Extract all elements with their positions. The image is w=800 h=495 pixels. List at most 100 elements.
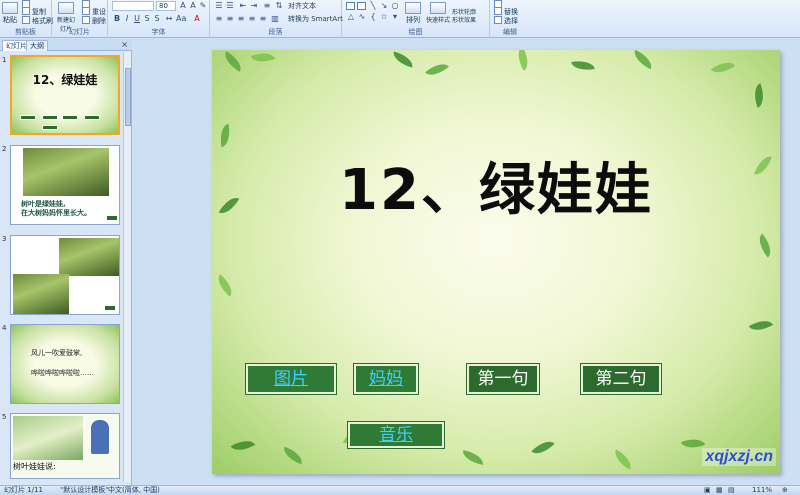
distributed-icon[interactable]: ≡ xyxy=(258,14,268,23)
align-center-icon[interactable]: ≡ xyxy=(225,14,235,23)
align-left-icon[interactable]: ≡ xyxy=(214,14,224,23)
zoom-slider-icon[interactable]: ⊕ xyxy=(782,486,788,495)
paste-icon xyxy=(2,2,18,14)
shrink-font-icon[interactable]: A xyxy=(188,1,198,10)
slide-thumbnail-5[interactable]: 树叶娃娃说: xyxy=(10,413,120,479)
underline-icon[interactable]: U xyxy=(132,14,142,23)
slide-thumbnail-2[interactable]: 树叶是绿娃娃, 在大树妈妈怀里长大。 xyxy=(10,145,120,225)
leaf-decoration xyxy=(250,50,276,67)
shadow-icon[interactable]: S xyxy=(152,14,162,23)
font-group: 80 A A ✎ B I U S S ↔ Aa A 字体 xyxy=(108,0,210,38)
thumb-text: 树叶娃娃说: xyxy=(13,462,56,471)
textbox-shape-icon[interactable] xyxy=(357,2,366,10)
leaf-decoration xyxy=(213,274,237,297)
increase-indent-icon[interactable]: ⇥ xyxy=(249,1,259,10)
sentence-one-button[interactable]: 第一句 xyxy=(467,364,539,394)
decrease-indent-icon[interactable]: ⇤ xyxy=(238,1,248,10)
drawing-label: 绘图 xyxy=(408,28,423,36)
slide-position: 幻灯片 1/11 xyxy=(4,486,43,494)
thumb-number: 1 xyxy=(2,56,7,64)
replace-icon xyxy=(494,7,502,15)
align-text-button[interactable]: 对齐文本 xyxy=(288,1,316,11)
rectangle-shape-icon[interactable] xyxy=(346,2,355,10)
curve-shape-icon[interactable]: ∿ xyxy=(357,12,367,21)
clipboard-group: 粘贴 复制 格式刷 剪贴板 xyxy=(0,0,53,38)
clear-format-icon[interactable]: ✎ xyxy=(198,1,208,10)
change-case-icon[interactable]: Aa xyxy=(176,14,186,23)
leaf-decoration xyxy=(220,51,246,72)
thumb-text: 哗啦哗啦哗啦啦…… xyxy=(31,369,94,377)
current-slide[interactable]: 12、绿娃娃 图片 妈妈 第一句 第二句 音乐 xqjxzj.cn xyxy=(212,50,780,474)
numbering-icon[interactable]: ☰ xyxy=(225,1,235,10)
convert-smartart-button[interactable]: 转换为 SmartArt xyxy=(288,14,343,24)
spacing-icon[interactable]: ↔ xyxy=(164,14,174,23)
shape-effects-button[interactable]: 形状效果 xyxy=(452,15,476,24)
delete-slide-button[interactable]: 删除 xyxy=(82,16,106,26)
tab-outline[interactable]: 大纲 xyxy=(26,40,48,51)
star-shape-icon[interactable]: ☆ xyxy=(379,12,389,21)
line-shape-icon[interactable]: ╲ xyxy=(368,1,378,10)
slides-label: 幻灯片 xyxy=(69,28,90,36)
paragraph-group: ☰ ☰ ⇤ ⇥ ≡ ⇅ 对齐文本 ≡ ≡ ≡ ≡ ≡ ▥ 转换为 SmartAr… xyxy=(210,0,343,38)
slide-thumbnail-4[interactable]: 风儿一吹爱鼓掌, 哗啦哗啦哗啦啦…… xyxy=(10,324,120,404)
thumb-number: 3 xyxy=(2,235,7,243)
grow-font-icon[interactable]: A xyxy=(178,1,188,10)
bold-icon[interactable]: B xyxy=(112,14,122,23)
bullets-icon[interactable]: ☰ xyxy=(214,1,224,10)
sorter-view-icon[interactable]: ▦ xyxy=(716,486,723,495)
slide-thumbnail-3[interactable] xyxy=(10,235,120,315)
italic-icon[interactable]: I xyxy=(122,14,132,23)
leaf-decoration xyxy=(230,435,256,456)
arrange-button[interactable]: 排列 xyxy=(404,2,422,25)
format-painter-button[interactable]: 格式刷 xyxy=(22,16,53,26)
slide-title[interactable]: 12、绿娃娃 xyxy=(212,145,780,226)
thumb-button xyxy=(107,216,117,220)
slide-thumbnail-1[interactable]: 12、绿娃娃 xyxy=(10,55,120,135)
family-photo xyxy=(59,238,119,276)
font-label: 字体 xyxy=(151,28,166,36)
pictures-button[interactable]: 图片 xyxy=(246,364,336,394)
drawing-group: ╲ ↘ ○ △ ∿ { ☆ ▾ 排列 快速样式 形状轮廓 形状效果 绘图 xyxy=(342,0,490,38)
font-color-icon[interactable]: A xyxy=(192,14,202,23)
columns-icon[interactable]: ▥ xyxy=(270,14,280,23)
thumb-number: 4 xyxy=(2,324,7,332)
leaf-decoration xyxy=(753,233,777,258)
arrow-shape-icon[interactable]: ↘ xyxy=(379,1,389,10)
more-shapes-icon[interactable]: ▾ xyxy=(390,12,400,21)
select-button[interactable]: 选择 xyxy=(494,16,518,26)
scrollbar-thumb[interactable] xyxy=(125,68,131,126)
text-direction-icon[interactable]: ⇅ xyxy=(274,1,284,10)
normal-view-icon[interactable]: ▣ xyxy=(704,486,711,495)
thumb-background xyxy=(12,57,118,133)
panel-tabs: 幻灯片 大纲 × xyxy=(0,39,132,51)
theme-name: "默认设计模板" xyxy=(60,486,109,494)
font-name-combo[interactable] xyxy=(112,1,154,11)
new-slide-icon xyxy=(58,2,74,14)
close-panel-icon[interactable]: × xyxy=(121,40,128,49)
zoom-level[interactable]: 111% xyxy=(752,486,772,495)
tree-photo xyxy=(23,148,109,196)
slideshow-view-icon[interactable]: ▤ xyxy=(728,486,735,495)
cartoon-boy xyxy=(91,420,109,454)
sentence-two-button[interactable]: 第二句 xyxy=(581,364,661,394)
paste-button[interactable]: 粘贴 xyxy=(2,2,18,25)
align-right-icon[interactable]: ≡ xyxy=(236,14,246,23)
ribbon: 粘贴 复制 格式刷 剪贴板 新建幻灯片 重设 删除 幻灯片 80 A A ✎ B… xyxy=(0,0,800,38)
thumb-button xyxy=(42,125,58,130)
thumb-button xyxy=(20,115,36,120)
thumb-number: 2 xyxy=(2,145,7,153)
thumb-number: 5 xyxy=(2,413,7,421)
forest-photo xyxy=(13,416,83,460)
triangle-shape-icon[interactable]: △ xyxy=(346,12,356,21)
justify-icon[interactable]: ≡ xyxy=(247,14,257,23)
leaf-decoration xyxy=(280,446,306,465)
music-button[interactable]: 音乐 xyxy=(348,422,444,448)
panel-scrollbar[interactable] xyxy=(123,52,131,482)
oval-shape-icon[interactable]: ○ xyxy=(390,1,400,10)
line-spacing-icon[interactable]: ≡ xyxy=(262,1,272,10)
font-size-combo[interactable]: 80 xyxy=(156,1,176,11)
strikethrough-icon[interactable]: S xyxy=(142,14,152,23)
quick-styles-button[interactable]: 快速样式 xyxy=(426,2,450,24)
mom-button[interactable]: 妈妈 xyxy=(354,364,418,394)
brace-shape-icon[interactable]: { xyxy=(368,12,378,21)
